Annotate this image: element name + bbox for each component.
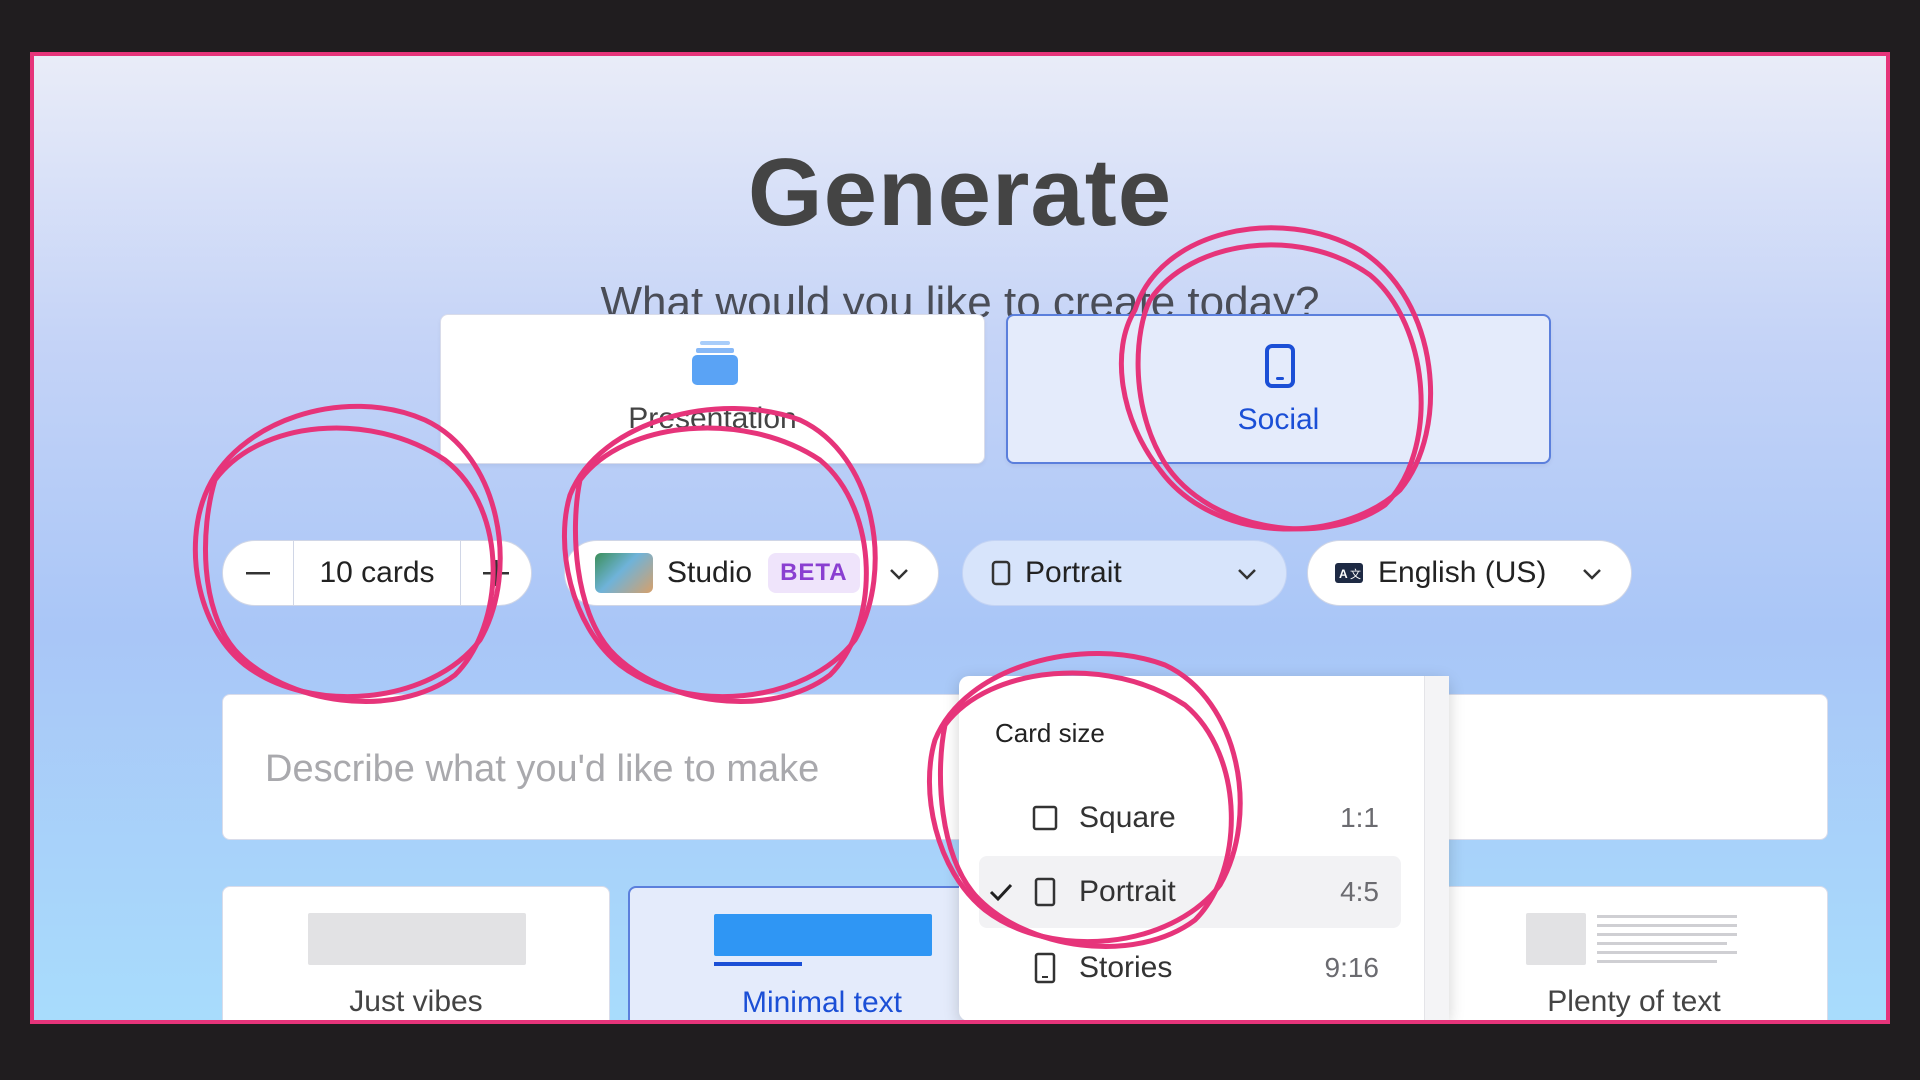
- minus-icon: [246, 572, 270, 575]
- studio-label: Studio: [667, 556, 753, 589]
- card-count-value: 10 cards: [293, 541, 461, 605]
- plenty-preview-lines-icon: [1597, 915, 1737, 963]
- content-type-social[interactable]: Social: [1006, 314, 1551, 464]
- card-size-dropdown[interactable]: Portrait: [962, 540, 1287, 606]
- option-label: Square: [1079, 801, 1176, 834]
- menu-heading: Card size: [995, 718, 1105, 748]
- language-dropdown[interactable]: A 文 English (US): [1307, 540, 1632, 606]
- option-ratio: 4:5: [1340, 876, 1379, 907]
- svg-text:文: 文: [1350, 567, 1361, 581]
- card-size-label: Portrait: [1025, 556, 1122, 589]
- language-label: English (US): [1378, 556, 1547, 589]
- text-amount-plenty[interactable]: Plenty of text: [1440, 886, 1828, 1020]
- chevron-down-icon: [1238, 569, 1256, 580]
- card-count-stepper: 10 cards: [222, 540, 532, 606]
- option-ratio: 1:1: [1340, 802, 1379, 833]
- chevron-down-icon: [890, 569, 908, 580]
- screenshot-frame: Generate What would you like to create t…: [30, 52, 1890, 1024]
- stories-phone-icon: [1034, 952, 1056, 984]
- plus-icon: [483, 560, 509, 586]
- portrait-icon: [991, 560, 1011, 586]
- checkmark-icon: [989, 883, 1013, 902]
- minimal-preview-icon: [714, 914, 932, 956]
- translate-icon: A 文: [1335, 563, 1363, 583]
- vibes-preview-icon: [308, 913, 526, 965]
- menu-scrollbar[interactable]: [1424, 676, 1449, 1020]
- studio-thumbnail-icon: [595, 553, 653, 593]
- prompt-input[interactable]: [263, 733, 1067, 805]
- plenty-preview-image: [1526, 913, 1586, 965]
- minimal-preview-line: [714, 962, 802, 966]
- text-amount-label: Minimal text: [741, 986, 903, 1019]
- content-type-label: Social: [1237, 403, 1320, 436]
- text-amount-minimal[interactable]: Minimal text: [628, 886, 1016, 1020]
- option-label: Portrait: [1079, 875, 1176, 908]
- text-amount-just-vibes[interactable]: Just vibes: [222, 886, 610, 1020]
- content-type-label: Presentation: [628, 402, 797, 435]
- square-icon: [1032, 805, 1058, 831]
- page-title: Generate: [747, 139, 1173, 246]
- text-amount-label: Just vibes: [349, 985, 483, 1018]
- card-size-menu: Card size Square 1:1 Portrait 4:5 Storie…: [959, 676, 1449, 1020]
- svg-text:A: A: [1339, 567, 1348, 581]
- option-label: Stories: [1079, 951, 1173, 984]
- text-amount-label: Plenty of text: [1547, 985, 1721, 1018]
- option-ratio: 9:16: [1324, 952, 1380, 983]
- phone-icon: [1265, 344, 1295, 388]
- content-type-presentation[interactable]: Presentation: [440, 314, 985, 464]
- portrait-icon: [1034, 877, 1056, 907]
- stack-icon: [692, 341, 738, 385]
- beta-badge: BETA: [768, 553, 860, 593]
- increment-button[interactable]: [461, 541, 531, 605]
- card-size-option-stories[interactable]: Stories 9:16: [979, 932, 1401, 1004]
- decrement-button[interactable]: [223, 541, 293, 605]
- chevron-down-icon: [1583, 569, 1601, 580]
- studio-mode-dropdown[interactable]: Studio BETA: [564, 540, 939, 606]
- card-size-option-square[interactable]: Square 1:1: [979, 782, 1401, 854]
- card-size-option-portrait[interactable]: Portrait 4:5: [979, 856, 1401, 928]
